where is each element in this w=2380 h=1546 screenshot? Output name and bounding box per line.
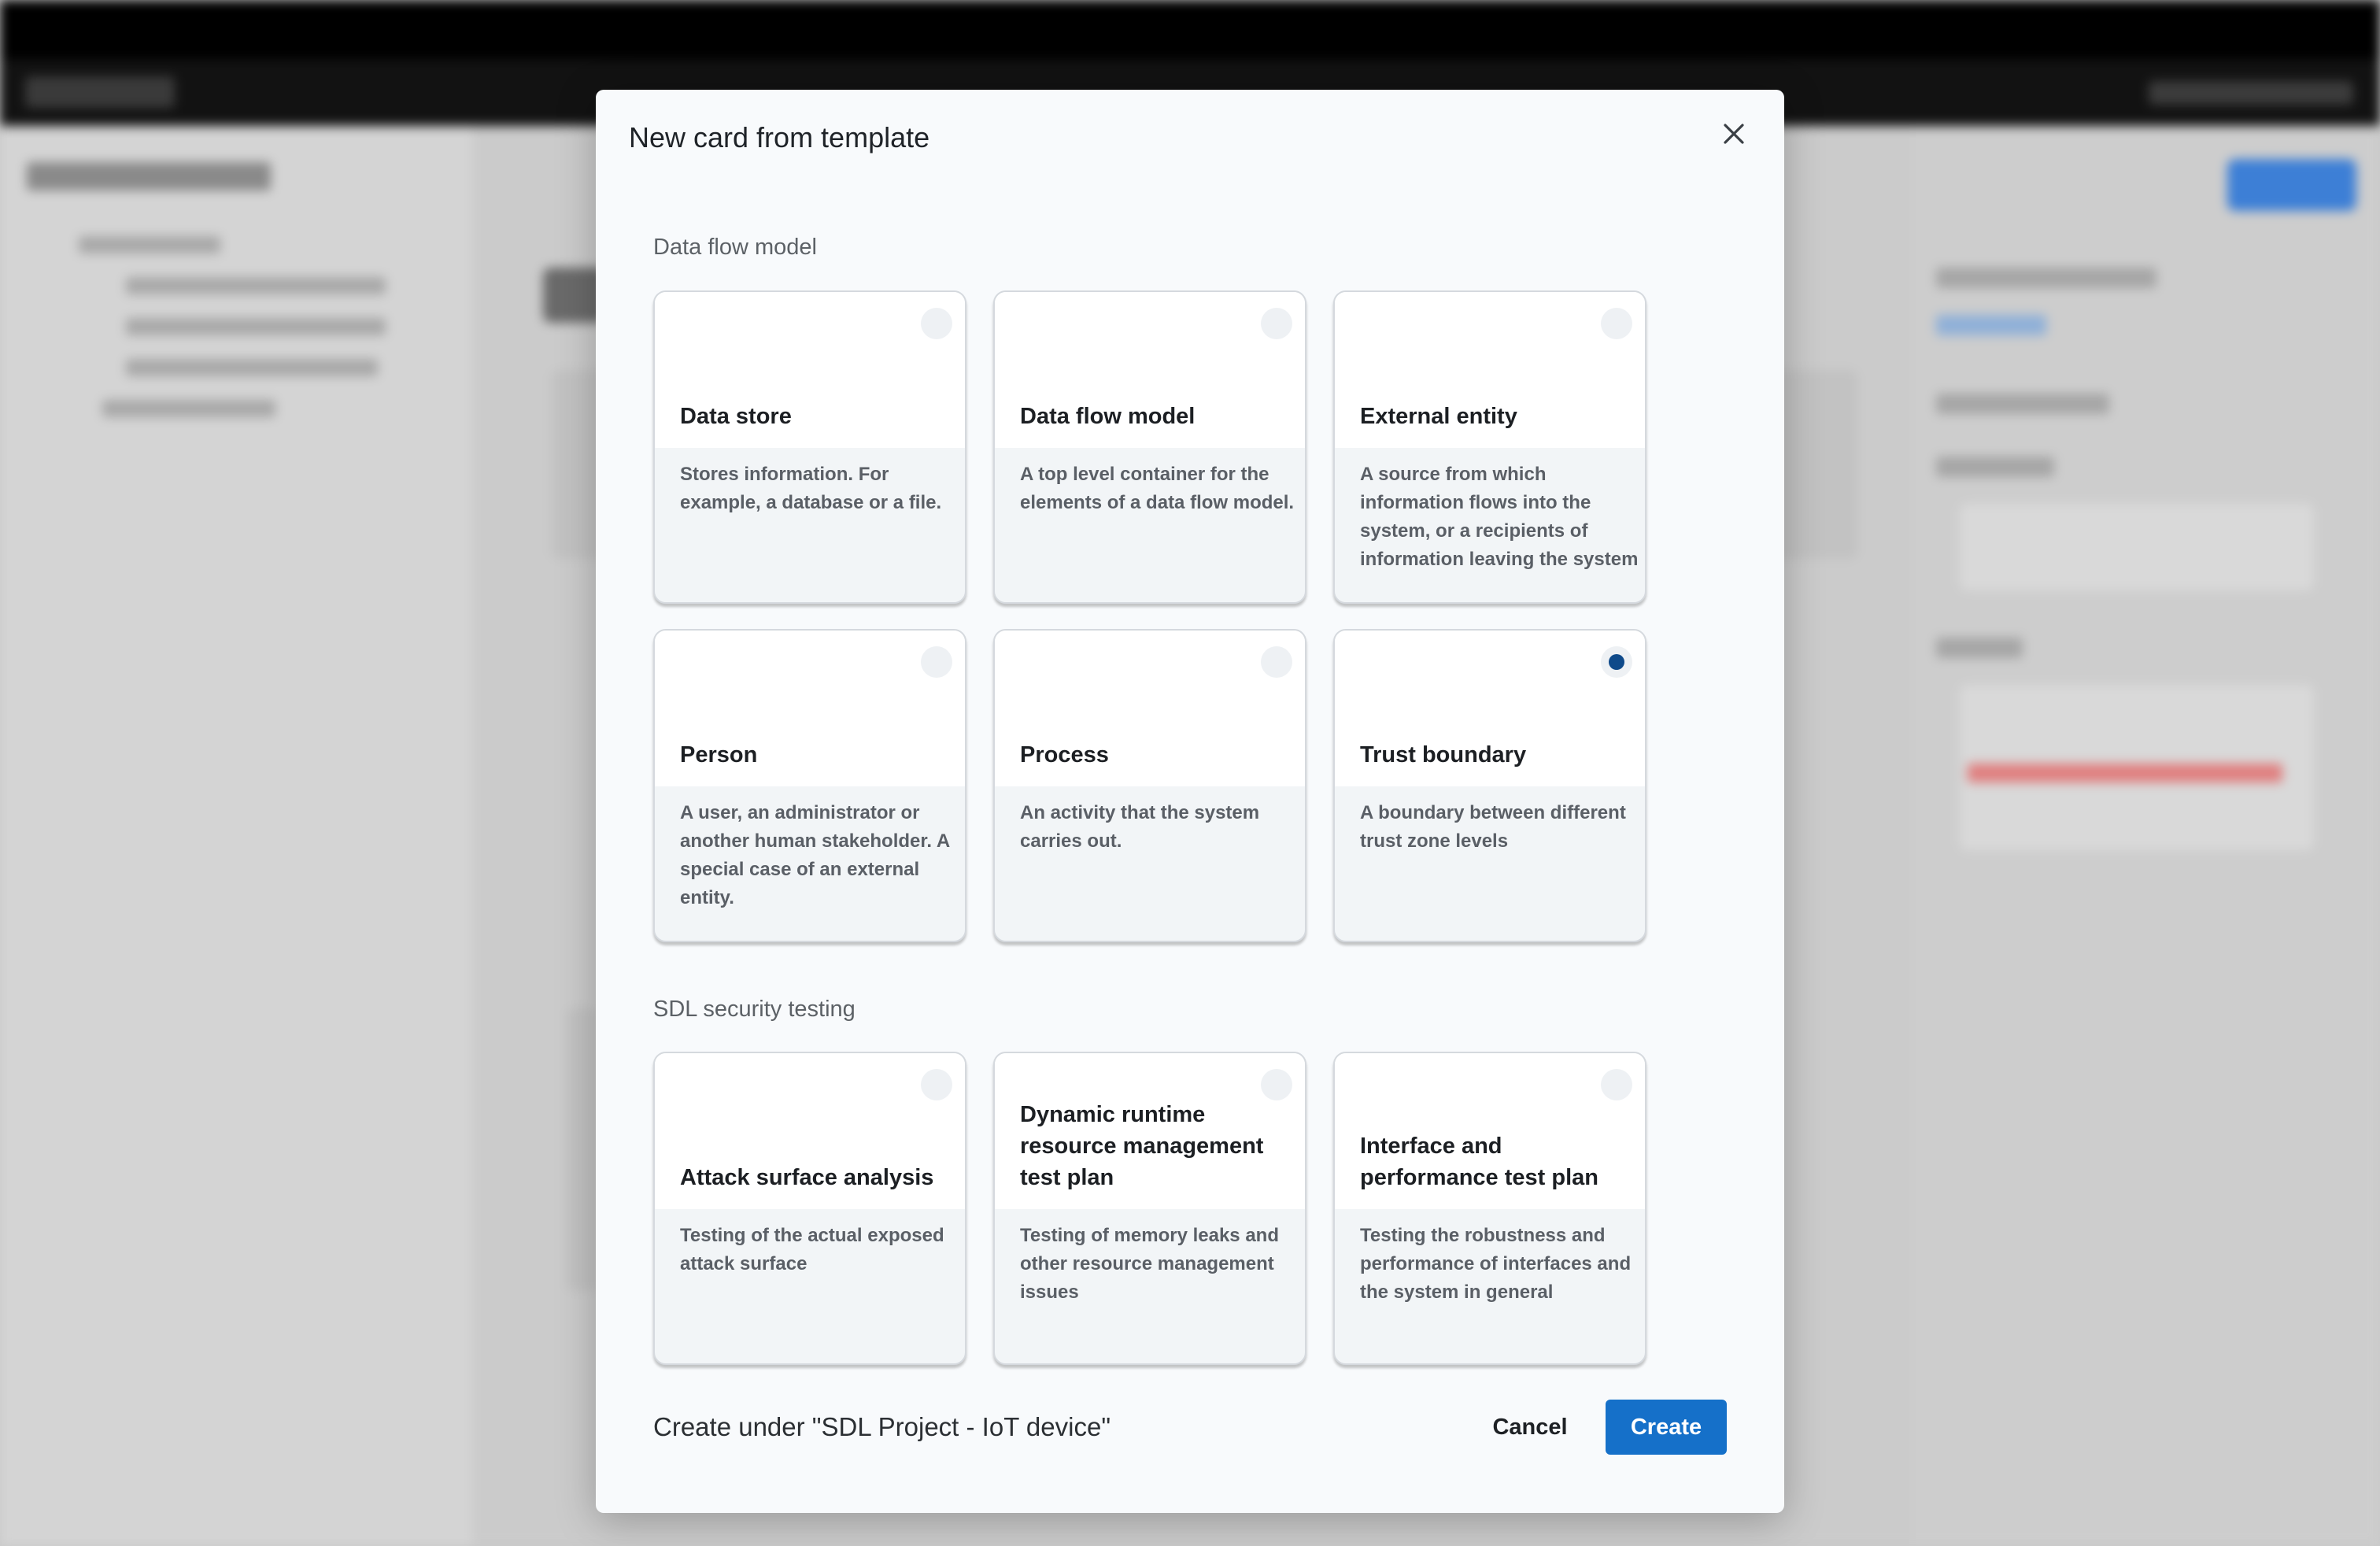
card-description: Testing the robustness and performance o… [1360,1225,1632,1303]
sidebar-item [79,236,220,253]
section-label-sdl-security-testing: SDL security testing [653,997,856,1022]
background-error-text [1968,764,2282,782]
create-button[interactable]: Create [1606,1400,1727,1455]
template-card[interactable]: Interface and performance test plan Test… [1333,1052,1646,1365]
card-description: An activity that the system carries out. [1020,802,1260,852]
panel-link [1936,315,2046,335]
card-radio[interactable] [921,646,952,678]
sidebar-item [126,359,378,376]
card-description: Testing of the actual exposed attack sur… [680,1225,944,1274]
sidebar-title [27,162,271,190]
template-card[interactable]: Dynamic runtime resource management test… [993,1052,1306,1365]
card-description: A boundary between different trust zone … [1360,802,1626,852]
create-under-label: Create under "SDL Project - IoT device" [653,1412,1111,1441]
background-primary-button [2227,159,2356,211]
template-card[interactable]: Trust boundary A boundary between differ… [1333,629,1646,942]
template-card[interactable]: Data store Stores information. For examp… [653,290,966,604]
panel-line [1936,457,2054,477]
card-radio[interactable] [1601,1069,1632,1100]
sidebar-item [126,318,386,335]
card-title: Data store [680,404,792,429]
section-label-data-flow-model: Data flow model [653,235,817,260]
content-block [567,1008,598,1291]
radio-dot [1609,654,1624,670]
card-radio[interactable] [1261,646,1292,678]
template-card[interactable]: External entity A source from which info… [1333,290,1646,604]
app-logo [25,76,175,108]
card-description: Stores information. For example, a datab… [680,464,942,513]
sidebar-item [126,277,386,294]
card-title: Attack surface analysis [680,1165,934,1190]
card-radio[interactable] [1601,308,1632,339]
panel-line [1936,394,2109,414]
template-grid-sdl-security-testing: Attack surface analysis Testing of the a… [653,1052,1648,1365]
card-radio[interactable] [921,1069,952,1100]
details-panel [1913,126,2380,1546]
card-title: Trust boundary [1360,742,1527,767]
card-description: Testing of memory leaks and other resour… [1020,1225,1279,1303]
template-card[interactable]: Person A user, an administrator or anoth… [653,629,966,942]
template-card[interactable]: Attack surface analysis Testing of the a… [653,1052,966,1365]
card-description: A source from which information flows in… [1360,464,1639,570]
card-title: Process [1020,742,1109,767]
panel-box [1960,504,2314,590]
template-card[interactable]: Data flow model A top level container fo… [993,290,1306,604]
card-radio[interactable] [1261,1069,1292,1100]
card-title: Data flow model [1020,404,1196,429]
panel-line [1936,638,2023,658]
card-radio[interactable] [1601,646,1632,678]
card-title: External entity [1360,404,1517,429]
card-title: Dynamic runtime resource management test… [1020,1102,1264,1190]
top-strip [0,0,2380,59]
sidebar [0,126,472,1546]
user-menu [2149,81,2353,105]
panel-line [1936,268,2156,288]
new-card-dialog: New card from template Data flow model D… [596,90,1784,1513]
card-description: A top level container for the elements o… [1020,464,1295,513]
card-radio[interactable] [1261,308,1292,339]
card-description: A user, an administrator or another huma… [680,802,950,908]
dialog-title: New card from template [629,121,930,153]
template-card[interactable]: Process An activity that the system carr… [993,629,1306,942]
template-grid-data-flow-model: Data store Stores information. For examp… [653,290,1648,942]
card-title: Person [680,742,758,767]
cancel-button[interactable]: Cancel [1471,1400,1589,1455]
close-icon [1724,124,1744,144]
sidebar-item [102,400,275,417]
card-title: Interface and performance test plan [1360,1134,1598,1190]
card-radio[interactable] [921,308,952,339]
close-button[interactable] [1713,113,1754,154]
